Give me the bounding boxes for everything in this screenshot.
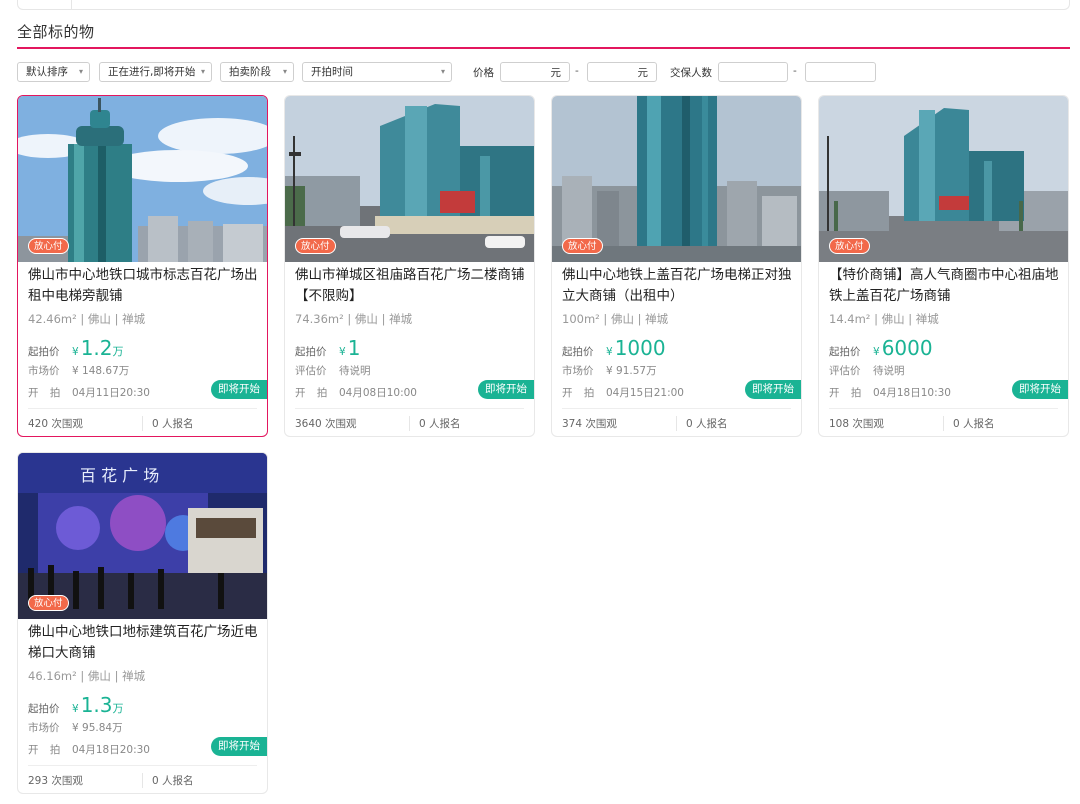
card-divider [562,408,791,409]
view-count: 293 次围观 [28,775,83,787]
deposit-min-input[interactable] [718,62,788,82]
upcoming-button[interactable]: 即将开始 [478,380,534,399]
start-price: 起拍价 ¥1.3万 [28,693,124,717]
price-label: 价格 [473,67,494,79]
signup-count: 0 人报名 [409,416,461,431]
view-count: 108 次围观 [829,418,884,430]
auction-card[interactable]: 放心付 佛山市中心地铁口城市标志百花广场出租中电梯旁靓铺 42.46m² | 佛… [17,95,268,437]
upcoming-button[interactable]: 即将开始 [1012,380,1068,399]
card-meta: 42.46m² | 佛山 | 禅城 [28,312,146,326]
status-dropdown[interactable]: 正在进行,即将开始 ▾ [99,62,212,82]
deposit-max-input[interactable] [805,62,876,82]
start-time: 开 拍 04月15日21:00 [562,387,684,399]
card-meta: 74.36m² | 佛山 | 禅城 [295,312,413,326]
market-price: 市场价 ¥ 95.84万 [28,722,123,734]
card-title[interactable]: 佛山中心地铁口地标建筑百花广场近电梯口大商铺 [28,622,262,664]
estimated-price: 评估价 待说明 [295,365,371,377]
trusted-pay-badge: 放心付 [28,238,69,254]
filter-bar: 默认排序 ▾ 正在进行,即将开始 ▾ 拍卖阶段 ▾ 开拍时间 ▾ 价格 元 - 元 交保… [17,62,1077,83]
trusted-pay-badge: 放心付 [829,238,870,254]
trusted-pay-badge: 放心付 [562,238,603,254]
upcoming-button[interactable]: 即将开始 [211,737,267,756]
card-title[interactable]: 佛山市中心地铁口城市标志百花广场出租中电梯旁靓铺 [28,265,262,307]
auction-card[interactable]: 百 花 广 场 放心付 佛山中心地铁口地标建筑百花广场近电梯口大商铺 46.16… [17,452,268,794]
start-time-dropdown[interactable]: 开拍时间 ▾ [302,62,452,82]
card-divider [829,408,1058,409]
start-price: 起拍价 ¥1 [295,336,361,360]
chevron-down-icon: ▾ [282,67,287,76]
section-divider [17,47,1070,49]
start-time: 开 拍 04月11日20:30 [28,387,150,399]
card-meta: 46.16m² | 佛山 | 禅城 [28,669,146,683]
upcoming-button[interactable]: 即将开始 [745,380,801,399]
chevron-down-icon: ▾ [440,67,445,76]
signup-count: 0 人报名 [142,416,194,431]
card-meta: 100m² | 佛山 | 禅城 [562,312,669,326]
plaza-sign: 百 花 广 场 [80,466,159,485]
start-price: 起拍价 ¥1.2万 [28,336,124,360]
auction-card[interactable]: 放心付 佛山市禅城区祖庙路百花广场二楼商铺【不限购】 74.36m² | 佛山 … [284,95,535,437]
start-time: 开 拍 04月08日10:00 [295,387,417,399]
signup-count: 0 人报名 [142,773,194,788]
section-title: 全部标的物 [17,23,95,41]
price-min-input[interactable]: 元 [500,62,570,82]
signup-count: 0 人报名 [943,416,995,431]
card-divider [28,765,257,766]
price-max-input[interactable]: 元 [587,62,657,82]
trusted-pay-badge: 放心付 [295,238,336,254]
upcoming-button[interactable]: 即将开始 [211,380,267,399]
estimated-price: 评估价 待说明 [829,365,905,377]
card-title[interactable]: 佛山中心地铁上盖百花广场电梯正对独立大商铺（出租中） [562,265,796,307]
auction-card[interactable]: 放心付 佛山中心地铁上盖百花广场电梯正对独立大商铺（出租中） 100m² | 佛… [551,95,802,437]
start-price: 起拍价 ¥6000 [829,336,933,360]
card-divider [295,408,524,409]
view-count: 374 次围观 [562,418,617,430]
trusted-pay-badge: 放心付 [28,595,69,611]
view-count: 420 次围观 [28,418,83,430]
card-title[interactable]: 【特价商铺】高人气商圈市中心祖庙地铁上盖百花广场商铺 [829,265,1063,307]
sort-dropdown[interactable]: 默认排序 ▾ [17,62,90,82]
view-count: 3640 次围观 [295,418,357,430]
card-title[interactable]: 佛山市禅城区祖庙路百花广场二楼商铺【不限购】 [295,265,529,307]
card-meta: 14.4m² | 佛山 | 禅城 [829,312,939,326]
chevron-down-icon: ▾ [200,67,205,76]
stage-dropdown[interactable]: 拍卖阶段 ▾ [220,62,294,82]
signup-count: 0 人报名 [676,416,728,431]
start-price: 起拍价 ¥1000 [562,336,666,360]
deposit-label: 交保人数 [670,67,712,79]
market-price: 市场价 ¥ 91.57万 [562,365,657,377]
start-time: 开 拍 04月18日20:30 [28,744,150,756]
card-divider [28,408,257,409]
market-price: 市场价 ¥ 148.67万 [28,365,130,377]
top-panel-edge [17,0,1070,10]
auction-card[interactable]: 放心付 【特价商铺】高人气商圈市中心祖庙地铁上盖百花广场商铺 14.4m² | … [818,95,1069,437]
chevron-down-icon: ▾ [78,67,83,76]
start-time: 开 拍 04月18日10:30 [829,387,951,399]
